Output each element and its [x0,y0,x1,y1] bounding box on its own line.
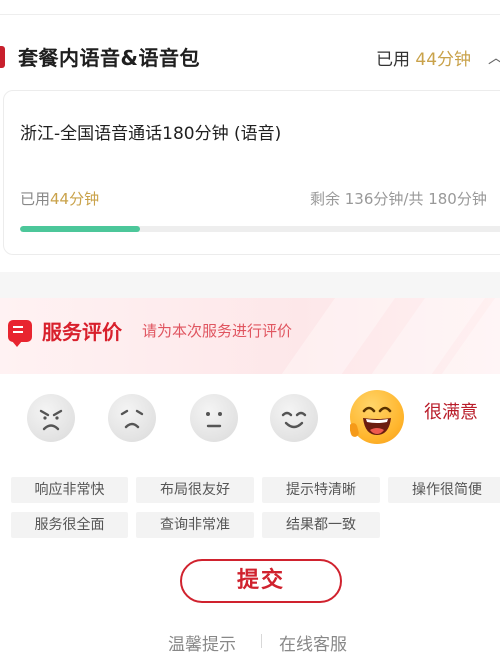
evaluation-banner: 服务评价 请为本次服务进行评价 [0,298,500,374]
comment-icon [8,320,32,347]
tag-option[interactable]: 服务很全面 [11,512,128,538]
package-used-value: 44分钟 [415,50,472,70]
section-gap [0,272,500,298]
angry-face-icon[interactable] [27,394,75,442]
package-card-title: 浙江-全国语音通话180分钟 (语音) [20,124,282,144]
usage-progress-fill [20,226,140,232]
tag-option[interactable]: 响应非常快 [11,477,128,503]
tag-option[interactable]: 提示特清晰 [262,477,380,503]
package-header[interactable]: 套餐内语音&语音包 已用 44分钟 ︿ [0,40,500,76]
evaluation-title: 服务评价 [42,320,122,344]
evaluation-subtitle: 请为本次服务进行评价 [142,322,293,340]
tag-option[interactable]: 结果都一致 [262,512,380,538]
very-happy-face-icon[interactable] [350,390,404,444]
tag-option[interactable]: 查询非常准 [136,512,254,538]
submit-button[interactable]: 提交 [180,559,342,603]
usage-progress-bar [20,226,500,232]
neutral-face-icon[interactable] [190,394,238,442]
package-used-summary: 已用 44分钟 [376,45,471,70]
section-marker [0,46,5,68]
rating-label: 很满意 [424,402,478,423]
top-divider [0,14,500,15]
chevron-up-icon[interactable]: ︿ [488,44,500,68]
package-title: 套餐内语音&语音包 [18,46,200,70]
sad-face-icon[interactable] [108,394,156,442]
online-service-link[interactable]: 在线客服 [279,630,347,655]
smile-face-icon[interactable] [270,394,318,442]
tag-option[interactable]: 布局很友好 [136,477,254,503]
package-used-prefix: 已用 [376,50,410,70]
card-remaining: 剩余 136分钟/共 180分钟 [310,190,487,208]
card-used-prefix: 已用 [20,190,51,208]
card-used: 已用44分钟 [20,188,99,209]
tips-link[interactable]: 温馨提示 [168,630,236,655]
package-card: 浙江-全国语音通话180分钟 (语音) 已用44分钟 剩余 136分钟/共 18… [3,90,500,255]
footer-divider [261,634,262,648]
tag-option[interactable]: 操作很简便 [388,477,500,503]
card-used-value: 44分钟 [50,190,100,208]
